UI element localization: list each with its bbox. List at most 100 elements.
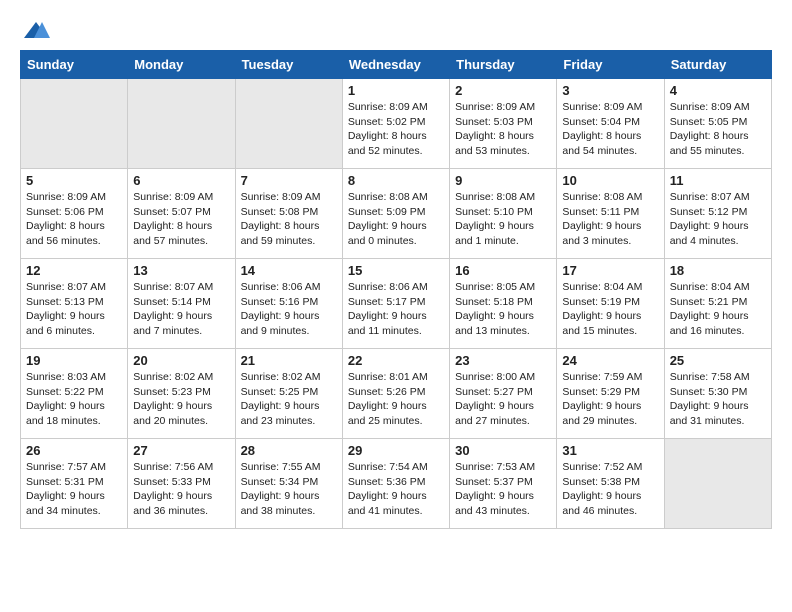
day-number: 3 [562,83,658,98]
day-info: Sunrise: 8:07 AM Sunset: 5:13 PM Dayligh… [26,280,122,339]
day-info: Sunrise: 7:59 AM Sunset: 5:29 PM Dayligh… [562,370,658,429]
calendar-table: SundayMondayTuesdayWednesdayThursdayFrid… [20,50,772,529]
day-info: Sunrise: 8:09 AM Sunset: 5:05 PM Dayligh… [670,100,766,159]
calendar-body: 1 Sunrise: 8:09 AM Sunset: 5:02 PM Daylig… [21,79,772,529]
day-info: Sunrise: 8:01 AM Sunset: 5:26 PM Dayligh… [348,370,444,429]
day-number: 28 [241,443,337,458]
calendar-cell: 19 Sunrise: 8:03 AM Sunset: 5:22 PM Dayli… [21,349,128,439]
day-header-sunday: Sunday [21,51,128,79]
day-info: Sunrise: 8:02 AM Sunset: 5:23 PM Dayligh… [133,370,229,429]
day-info: Sunrise: 7:57 AM Sunset: 5:31 PM Dayligh… [26,460,122,519]
day-number: 14 [241,263,337,278]
day-number: 21 [241,353,337,368]
calendar-week-1: 1 Sunrise: 8:09 AM Sunset: 5:02 PM Daylig… [21,79,772,169]
calendar-cell: 29 Sunrise: 7:54 AM Sunset: 5:36 PM Dayli… [342,439,449,529]
logo-icon [22,20,50,40]
day-info: Sunrise: 7:54 AM Sunset: 5:36 PM Dayligh… [348,460,444,519]
day-number: 13 [133,263,229,278]
calendar-cell: 14 Sunrise: 8:06 AM Sunset: 5:16 PM Dayli… [235,259,342,349]
calendar-cell: 13 Sunrise: 8:07 AM Sunset: 5:14 PM Dayli… [128,259,235,349]
day-header-friday: Friday [557,51,664,79]
day-number: 29 [348,443,444,458]
calendar-cell: 23 Sunrise: 8:00 AM Sunset: 5:27 PM Dayli… [450,349,557,439]
day-number: 20 [133,353,229,368]
day-info: Sunrise: 8:09 AM Sunset: 5:07 PM Dayligh… [133,190,229,249]
calendar-cell: 27 Sunrise: 7:56 AM Sunset: 5:33 PM Dayli… [128,439,235,529]
calendar-cell [664,439,771,529]
day-number: 11 [670,173,766,188]
calendar-cell: 16 Sunrise: 8:05 AM Sunset: 5:18 PM Dayli… [450,259,557,349]
calendar-cell [21,79,128,169]
day-number: 24 [562,353,658,368]
day-number: 7 [241,173,337,188]
day-info: Sunrise: 8:09 AM Sunset: 5:08 PM Dayligh… [241,190,337,249]
day-info: Sunrise: 8:00 AM Sunset: 5:27 PM Dayligh… [455,370,551,429]
day-number: 1 [348,83,444,98]
day-number: 8 [348,173,444,188]
day-number: 22 [348,353,444,368]
day-info: Sunrise: 7:52 AM Sunset: 5:38 PM Dayligh… [562,460,658,519]
day-info: Sunrise: 8:02 AM Sunset: 5:25 PM Dayligh… [241,370,337,429]
day-info: Sunrise: 8:09 AM Sunset: 5:04 PM Dayligh… [562,100,658,159]
day-info: Sunrise: 8:05 AM Sunset: 5:18 PM Dayligh… [455,280,551,339]
calendar-cell: 2 Sunrise: 8:09 AM Sunset: 5:03 PM Daylig… [450,79,557,169]
calendar-cell: 3 Sunrise: 8:09 AM Sunset: 5:04 PM Daylig… [557,79,664,169]
day-info: Sunrise: 8:03 AM Sunset: 5:22 PM Dayligh… [26,370,122,429]
day-header-monday: Monday [128,51,235,79]
day-header-saturday: Saturday [664,51,771,79]
logo [20,20,50,40]
day-info: Sunrise: 8:07 AM Sunset: 5:14 PM Dayligh… [133,280,229,339]
calendar-cell: 26Sunrise: 7:57 AM Sunset: 5:31 PM Dayli… [21,439,128,529]
calendar-week-3: 12Sunrise: 8:07 AM Sunset: 5:13 PM Dayli… [21,259,772,349]
calendar-cell: 15 Sunrise: 8:06 AM Sunset: 5:17 PM Dayli… [342,259,449,349]
calendar-cell: 21 Sunrise: 8:02 AM Sunset: 5:25 PM Dayli… [235,349,342,439]
day-number: 18 [670,263,766,278]
day-info: Sunrise: 8:04 AM Sunset: 5:19 PM Dayligh… [562,280,658,339]
calendar-cell: 28 Sunrise: 7:55 AM Sunset: 5:34 PM Dayli… [235,439,342,529]
day-info: Sunrise: 8:09 AM Sunset: 5:02 PM Dayligh… [348,100,444,159]
calendar-cell: 8Sunrise: 8:08 AM Sunset: 5:09 PM Daylig… [342,169,449,259]
calendar-cell: 31 Sunrise: 7:52 AM Sunset: 5:38 PM Dayli… [557,439,664,529]
day-header-tuesday: Tuesday [235,51,342,79]
day-info: Sunrise: 7:55 AM Sunset: 5:34 PM Dayligh… [241,460,337,519]
day-number: 10 [562,173,658,188]
day-number: 5 [26,173,122,188]
day-info: Sunrise: 8:06 AM Sunset: 5:16 PM Dayligh… [241,280,337,339]
calendar-cell [235,79,342,169]
calendar-header-row: SundayMondayTuesdayWednesdayThursdayFrid… [21,51,772,79]
day-info: Sunrise: 8:08 AM Sunset: 5:11 PM Dayligh… [562,190,658,249]
day-info: Sunrise: 8:04 AM Sunset: 5:21 PM Dayligh… [670,280,766,339]
day-number: 31 [562,443,658,458]
day-number: 2 [455,83,551,98]
calendar-cell: 25Sunrise: 7:58 AM Sunset: 5:30 PM Dayli… [664,349,771,439]
day-number: 30 [455,443,551,458]
day-number: 15 [348,263,444,278]
calendar-cell: 20 Sunrise: 8:02 AM Sunset: 5:23 PM Dayli… [128,349,235,439]
calendar-cell: 5 Sunrise: 8:09 AM Sunset: 5:06 PM Daylig… [21,169,128,259]
calendar-cell: 18 Sunrise: 8:04 AM Sunset: 5:21 PM Dayli… [664,259,771,349]
day-number: 25 [670,353,766,368]
day-number: 19 [26,353,122,368]
day-info: Sunrise: 7:56 AM Sunset: 5:33 PM Dayligh… [133,460,229,519]
day-header-wednesday: Wednesday [342,51,449,79]
calendar-cell: 24 Sunrise: 7:59 AM Sunset: 5:29 PM Dayli… [557,349,664,439]
calendar-cell: 17 Sunrise: 8:04 AM Sunset: 5:19 PM Dayli… [557,259,664,349]
calendar-cell: 12Sunrise: 8:07 AM Sunset: 5:13 PM Dayli… [21,259,128,349]
calendar-cell: 7 Sunrise: 8:09 AM Sunset: 5:08 PM Daylig… [235,169,342,259]
calendar-cell: 10 Sunrise: 8:08 AM Sunset: 5:11 PM Dayli… [557,169,664,259]
calendar-cell: 4 Sunrise: 8:09 AM Sunset: 5:05 PM Daylig… [664,79,771,169]
day-number: 6 [133,173,229,188]
day-info: Sunrise: 8:06 AM Sunset: 5:17 PM Dayligh… [348,280,444,339]
day-number: 9 [455,173,551,188]
day-number: 4 [670,83,766,98]
calendar-cell: 9Sunrise: 8:08 AM Sunset: 5:10 PM Daylig… [450,169,557,259]
day-number: 16 [455,263,551,278]
calendar-week-2: 5 Sunrise: 8:09 AM Sunset: 5:06 PM Daylig… [21,169,772,259]
day-number: 27 [133,443,229,458]
calendar-week-4: 19 Sunrise: 8:03 AM Sunset: 5:22 PM Dayli… [21,349,772,439]
day-info: Sunrise: 8:09 AM Sunset: 5:06 PM Dayligh… [26,190,122,249]
day-info: Sunrise: 8:09 AM Sunset: 5:03 PM Dayligh… [455,100,551,159]
day-number: 17 [562,263,658,278]
page-header [20,20,772,40]
day-number: 23 [455,353,551,368]
